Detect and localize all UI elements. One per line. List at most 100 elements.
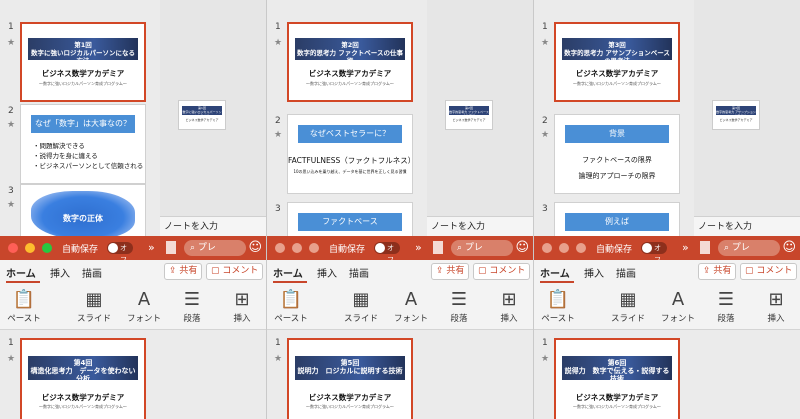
more-chevron-icon[interactable]: » [682, 241, 689, 254]
feedback-smiley-icon[interactable]: ☺ [515, 240, 529, 255]
feedback-smiley-icon[interactable]: ☺ [782, 240, 796, 255]
comment-button[interactable]: ▢ コメント [740, 263, 798, 280]
document-icon[interactable] [166, 241, 176, 254]
search-input[interactable]: ⌕ プレ [451, 240, 513, 256]
maximize-icon[interactable] [42, 243, 53, 253]
slide-thumbnail-panel[interactable]: 1 ★ 第4回 構造化思考力 データを使わない分析 ビジネス数学アカデミア 〜数… [0, 330, 266, 419]
slide-thumbnail-2[interactable]: なぜ「数字」は大事なの？ ・問題解決できる ・説得力を身に纏える ・ビジネスパー… [20, 104, 146, 184]
insert-button[interactable]: ⊞ 挿入 [756, 288, 796, 324]
paragraph-button[interactable]: ☰ 段落 [172, 288, 212, 324]
tab-draw[interactable]: 描画 [82, 265, 102, 280]
feedback-smiley-icon[interactable]: ☺ [248, 240, 262, 255]
share-button[interactable]: ⇪ 共有 [698, 263, 737, 280]
slide-button[interactable]: ▦ スライド [608, 288, 648, 324]
slide-number: 1 [542, 22, 548, 32]
title-banner: 第1回 数字に強いロジカルパーソンになる方法 [28, 38, 138, 65]
tab-home[interactable]: ホーム [273, 265, 303, 280]
tab-draw[interactable]: 描画 [616, 265, 636, 280]
slide-heading: なぜ「数字」は大事なの？ [31, 115, 135, 133]
autosave-toggle[interactable]: オフ [107, 242, 133, 264]
document-icon[interactable] [700, 241, 710, 254]
paste-button[interactable]: 📋 ペースト [538, 288, 578, 324]
autosave-toggle[interactable]: オフ [641, 242, 667, 264]
mini-subtitle: ビジネス数学アカデミア [719, 118, 753, 122]
slide-thumbnail-1[interactable]: 第4回 構造化思考力 データを使わない分析 ビジネス数学アカデミア 〜数字に強い… [20, 338, 146, 419]
slide-button[interactable]: ▦ スライド [341, 288, 381, 324]
font-button[interactable]: A フォント [391, 288, 431, 324]
tab-insert[interactable]: 挿入 [584, 265, 604, 280]
slide-body-line-1: FACTFULNESS（ファクトフルネス） [288, 156, 413, 165]
title-banner: 第2回 数字的思考力 ファクトベースの仕事術 [295, 38, 405, 65]
slide-button[interactable]: ▦ スライド [74, 288, 114, 324]
slide-thumbnail-1[interactable]: 第3回 数字的思考力 アサンプションベースの思考法 ビジネス数学アカデミア 〜数… [554, 22, 680, 102]
pane-divider [266, 0, 267, 419]
maximize-icon[interactable] [576, 243, 587, 253]
slide-thumbnail-2[interactable]: 背景 ファクトベースの限界 論理的アプローチの限界 [554, 114, 680, 194]
minimize-icon[interactable] [25, 243, 36, 253]
document-icon[interactable] [433, 241, 443, 254]
tab-home[interactable]: ホーム [6, 265, 36, 280]
close-icon[interactable] [275, 243, 285, 253]
star-icon: ★ [7, 200, 16, 210]
star-icon: ★ [274, 354, 283, 364]
slide-thumbnail-1[interactable]: 第2回 数字的思考力 ファクトベースの仕事術 ビジネス数学アカデミア 〜数字に強… [287, 22, 413, 102]
star-icon: ★ [541, 354, 550, 364]
current-slide-preview[interactable]: 第3回 数字的思考力 アサンプションベースの思考法 ビジネス数学アカデミア [712, 100, 760, 130]
slide-thumbnail-panel[interactable]: 1 ★ 第3回 数字的思考力 アサンプションベースの思考法 ビジネス数学アカデミ… [534, 0, 694, 236]
current-slide-preview[interactable]: 第2回 数字的思考力 ファクトベースの仕事術 ビジネス数学アカデミア [445, 100, 493, 130]
share-button[interactable]: ⇪ 共有 [431, 263, 470, 280]
window-titlebar: 自動保存 オフ » ⌕ プレ ☺ [267, 236, 533, 264]
comment-button[interactable]: ▢ コメント [206, 263, 264, 280]
insert-icon: ⊞ [768, 289, 784, 310]
top-pane-3: 1 ★ 第3回 数字的思考力 アサンプションベースの思考法 ビジネス数学アカデミ… [534, 0, 800, 236]
notes-field[interactable]: ノートを入力 [427, 216, 533, 236]
font-button[interactable]: A フォント [124, 288, 164, 324]
slide-thumbnail-1[interactable]: 第1回 数字に強いロジカルパーソンになる方法 ビジネス数学アカデミア 〜数字に強… [20, 22, 146, 102]
insert-button[interactable]: ⊞ 挿入 [489, 288, 529, 324]
close-icon[interactable] [542, 243, 552, 253]
comment-button[interactable]: ▢ コメント [473, 263, 531, 280]
academy-title: ビジネス数学アカデミア [41, 69, 125, 78]
close-icon[interactable] [8, 243, 18, 253]
tab-insert[interactable]: 挿入 [317, 265, 337, 280]
slide-number: 3 [275, 204, 281, 214]
slide-thumbnail-1[interactable]: 第5回 説明力 ロジカルに説明する技術 ビジネス数学アカデミア 〜数字に強いロジ… [287, 338, 413, 419]
more-chevron-icon[interactable]: » [148, 241, 155, 254]
notes-field[interactable]: ノートを入力 [694, 216, 800, 236]
insert-button[interactable]: ⊞ 挿入 [222, 288, 262, 324]
slide-editor-area[interactable]: 第1回 数字に強いロジカルパーソンになる方法 ビジネス数学アカデミア ノートを入… [160, 0, 266, 236]
minimize-icon[interactable] [292, 243, 303, 253]
slide-editor-area[interactable]: 第2回 数字的思考力 ファクトベースの仕事術 ビジネス数学アカデミア ノートを入… [427, 0, 533, 236]
slide-thumbnail-1[interactable]: 第6回 説得力 数字で伝える・説得する技術 ビジネス数学アカデミア 〜数字に強い… [554, 338, 680, 419]
bottom-window-1: 自動保存 オフ » ⌕ プレ ☺ ホーム 挿入 描画 ⇪ 共有 ▢ コメント 📋… [0, 236, 266, 419]
paragraph-button[interactable]: ☰ 段落 [439, 288, 479, 324]
banner-line-1: 第3回 [608, 41, 626, 49]
notes-field[interactable]: ノートを入力 [160, 216, 266, 236]
tab-draw[interactable]: 描画 [349, 265, 369, 280]
slide-thumbnail-2[interactable]: なぜベストセラーに？ FACTFULNESS（ファクトフルネス） 10の思い込み… [287, 114, 413, 194]
paste-button[interactable]: 📋 ペースト [271, 288, 311, 324]
autosave-toggle[interactable]: オフ [374, 242, 400, 264]
banner-line-1: 第4回 [73, 359, 93, 367]
slide-editor-area[interactable]: 第3回 数字的思考力 アサンプションベースの思考法 ビジネス数学アカデミア ノー… [694, 0, 800, 236]
minimize-icon[interactable] [559, 243, 570, 253]
slide-thumbnail-3[interactable]: ファクトベース [287, 202, 413, 236]
tab-home[interactable]: ホーム [540, 265, 570, 280]
current-slide-preview[interactable]: 第1回 数字に強いロジカルパーソンになる方法 ビジネス数学アカデミア [178, 100, 226, 130]
paste-button[interactable]: 📋 ペースト [4, 288, 44, 324]
slide-thumbnail-panel[interactable]: 1 ★ 第2回 数字的思考力 ファクトベースの仕事術 ビジネス数学アカデミア 〜… [267, 0, 427, 236]
search-input[interactable]: ⌕ プレ [184, 240, 246, 256]
slide-thumbnail-3[interactable]: 例えば [554, 202, 680, 236]
slide-thumbnail-panel[interactable]: 1 ★ 第6回 説得力 数字で伝える・説得する技術 ビジネス数学アカデミア 〜数… [534, 330, 800, 419]
paragraph-button[interactable]: ☰ 段落 [706, 288, 746, 324]
maximize-icon[interactable] [309, 243, 320, 253]
slide-thumbnail-panel[interactable]: 1 ★ 第5回 説明力 ロジカルに説明する技術 ビジネス数学アカデミア 〜数字に… [267, 330, 533, 419]
tab-insert[interactable]: 挿入 [50, 265, 70, 280]
slide-thumbnail-panel[interactable]: 1 ★ 第1回 数字に強いロジカルパーソンになる方法 ビジネス数学アカデミア 〜… [0, 0, 160, 236]
bullet-item: ・ビジネスパーソンとして信頼される [33, 162, 144, 170]
slide-thumbnail-3[interactable]: 数字の正体 [20, 184, 146, 236]
share-button[interactable]: ⇪ 共有 [164, 263, 203, 280]
more-chevron-icon[interactable]: » [415, 241, 422, 254]
font-button[interactable]: A フォント [658, 288, 698, 324]
search-input[interactable]: ⌕ プレ [718, 240, 780, 256]
